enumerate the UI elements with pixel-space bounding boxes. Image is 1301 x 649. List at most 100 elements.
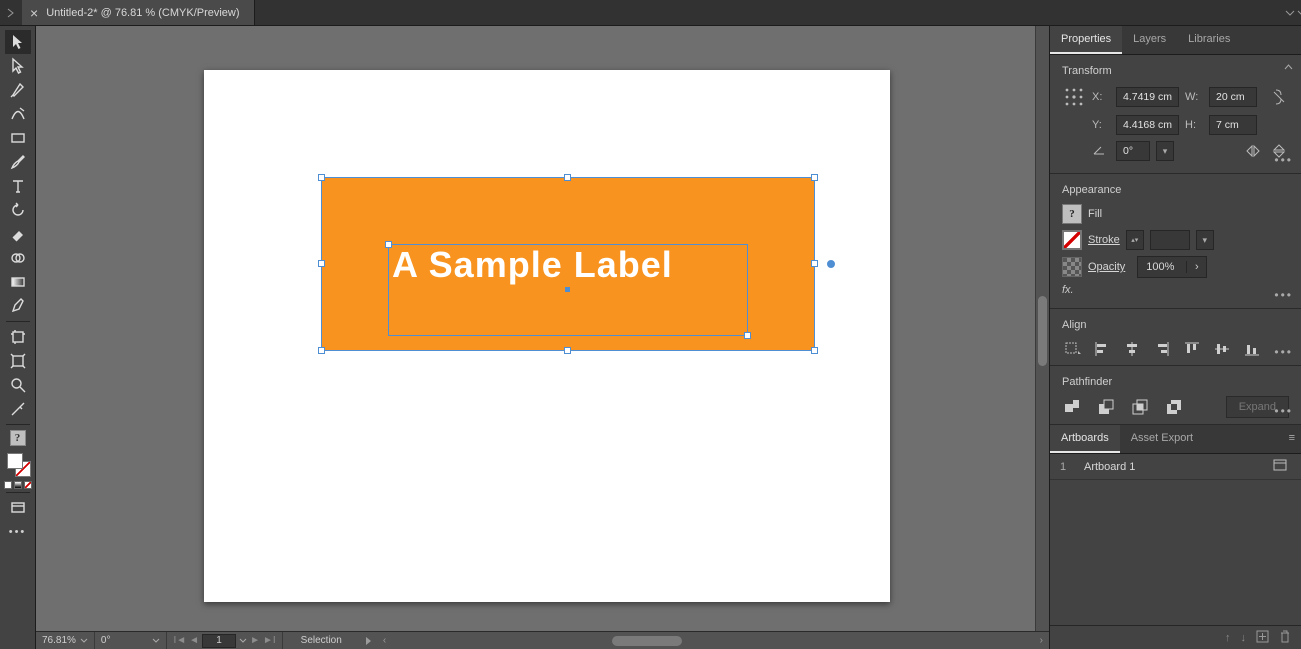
reference-point-icon[interactable] — [1062, 85, 1086, 109]
eraser-tool[interactable] — [5, 222, 31, 246]
align-title: Align — [1062, 319, 1289, 331]
h-label: H: — [1185, 119, 1203, 131]
move-down-icon[interactable]: ↓ — [1241, 632, 1247, 644]
fill-stroke-swatch[interactable] — [5, 451, 31, 477]
align-vcenter-icon[interactable] — [1212, 339, 1232, 359]
x-input[interactable]: 4.7419 cm — [1116, 87, 1179, 107]
panel-menu-icon[interactable]: ≡ — [1289, 432, 1295, 444]
align-hcenter-icon[interactable] — [1122, 339, 1142, 359]
pf-intersect-icon[interactable] — [1130, 397, 1150, 417]
current-tool-label: Selection — [283, 635, 360, 646]
artboard-index-input[interactable] — [202, 634, 236, 648]
align-bottom-icon[interactable] — [1242, 339, 1262, 359]
stroke-label[interactable]: Stroke — [1088, 234, 1120, 246]
artboard-index: 1 — [1060, 461, 1084, 473]
workspace[interactable]: A Sample Label 76.81% 0° I◄ ◄ — [36, 26, 1049, 649]
next-artboard-icon[interactable]: ► — [250, 635, 260, 646]
zoom-tool[interactable] — [5, 373, 31, 397]
horizontal-scrollbar[interactable] — [392, 632, 1034, 649]
move-up-icon[interactable]: ↑ — [1225, 632, 1231, 644]
prev-artboard-icon[interactable]: ◄ — [189, 635, 199, 646]
x-label: X: — [1092, 91, 1110, 103]
tab-artboards[interactable]: Artboards — [1050, 425, 1120, 453]
w-input[interactable]: 20 cm — [1209, 87, 1257, 107]
chevron-up-icon[interactable] — [1284, 61, 1293, 73]
flip-horizontal-icon[interactable] — [1243, 141, 1263, 161]
rotation-value: 0° — [101, 635, 111, 646]
play-icon[interactable] — [366, 637, 371, 645]
align-more-icon[interactable]: ••• — [1274, 345, 1293, 359]
appearance-more-icon[interactable]: ••• — [1274, 288, 1293, 302]
align-left-icon[interactable] — [1092, 339, 1112, 359]
document-tab-title: Untitled-2* @ 76.81 % (CMYK/Preview) — [46, 7, 239, 19]
chevron-right-icon[interactable] — [0, 0, 22, 25]
new-artboard-icon[interactable] — [1256, 630, 1269, 646]
selection-tool[interactable] — [5, 30, 31, 54]
align-to-dropdown[interactable] — [1062, 339, 1082, 359]
opacity-label[interactable]: Opacity — [1088, 261, 1125, 273]
toolbar: ? ••• — [0, 26, 36, 649]
no-constrain-icon[interactable] — [1269, 87, 1289, 107]
stroke-swatch[interactable] — [1062, 230, 1082, 250]
chevron-right-icon[interactable] — [1279, 0, 1301, 25]
fill-swatch[interactable]: ? — [1062, 204, 1082, 224]
pen-tool[interactable] — [5, 78, 31, 102]
gradient-tool[interactable] — [5, 270, 31, 294]
tab-properties[interactable]: Properties — [1050, 26, 1122, 54]
tab-asset-export[interactable]: Asset Export — [1120, 425, 1204, 453]
artboard-tool[interactable] — [5, 325, 31, 349]
document-tab[interactable]: × Untitled-2* @ 76.81 % (CMYK/Preview) — [22, 0, 255, 25]
stroke-weight-stepper[interactable]: ▴▾ — [1126, 230, 1144, 250]
align-top-icon[interactable] — [1182, 339, 1202, 359]
tab-libraries[interactable]: Libraries — [1177, 26, 1241, 54]
rotate-view-field[interactable]: 0° — [95, 632, 168, 649]
pf-minus-front-icon[interactable] — [1096, 397, 1116, 417]
fill-indicator[interactable]: ? — [5, 428, 31, 448]
last-artboard-icon[interactable]: ►I — [263, 635, 276, 646]
free-transform-tool[interactable] — [5, 349, 31, 373]
tab-layers[interactable]: Layers — [1122, 26, 1177, 54]
pf-unite-icon[interactable] — [1062, 397, 1082, 417]
opacity-input[interactable]: 100% › — [1137, 256, 1207, 278]
rectangle-tool[interactable] — [5, 126, 31, 150]
edit-toolbar-icon[interactable]: ••• — [9, 526, 27, 538]
vertical-scrollbar[interactable] — [1035, 26, 1049, 631]
stroke-weight-dropdown[interactable]: ▾ — [1196, 230, 1214, 250]
zoom-value: 76.81% — [42, 635, 76, 646]
pf-exclude-icon[interactable] — [1164, 397, 1184, 417]
screen-mode[interactable] — [5, 496, 31, 520]
rotate-tool[interactable] — [5, 198, 31, 222]
close-tab-icon[interactable]: × — [30, 6, 38, 20]
fx-button[interactable]: fx. — [1062, 284, 1074, 296]
artboard-nav[interactable]: I◄ ◄ ► ►I — [167, 632, 282, 649]
h-input[interactable]: 7 cm — [1209, 115, 1257, 135]
angle-dropdown[interactable]: ▾ — [1156, 141, 1174, 161]
zoom-field[interactable]: 76.81% — [36, 632, 95, 649]
shape-builder-tool[interactable] — [5, 246, 31, 270]
curvature-tool[interactable] — [5, 102, 31, 126]
first-artboard-icon[interactable]: I◄ — [173, 635, 186, 646]
scroll-right-icon[interactable]: › — [1034, 635, 1049, 646]
paintbrush-tool[interactable] — [5, 150, 31, 174]
color-mode-row[interactable] — [4, 481, 32, 489]
delete-artboard-icon[interactable] — [1279, 630, 1291, 646]
artboard-options-icon[interactable] — [1273, 459, 1291, 474]
y-input[interactable]: 4.4168 cm — [1116, 115, 1179, 135]
stroke-weight-input[interactable] — [1150, 230, 1190, 250]
direct-selection-tool[interactable] — [5, 54, 31, 78]
artboard-row[interactable]: 1 Artboard 1 — [1050, 454, 1301, 480]
align-right-icon[interactable] — [1152, 339, 1172, 359]
artboard-name[interactable]: Artboard 1 — [1084, 461, 1273, 473]
transform-more-icon[interactable]: ••• — [1274, 153, 1293, 167]
type-tool[interactable] — [5, 174, 31, 198]
angle-icon — [1092, 144, 1110, 159]
scroll-left-icon[interactable]: ‹ — [377, 635, 392, 646]
right-panel: Properties Layers Libraries Transform X:… — [1049, 26, 1301, 649]
hand-or-slice-tool[interactable] — [5, 397, 31, 421]
pathfinder-more-icon[interactable]: ••• — [1274, 404, 1293, 418]
angle-input[interactable]: 0° — [1116, 141, 1150, 161]
eyedropper-tool[interactable] — [5, 294, 31, 318]
w-label: W: — [1185, 91, 1203, 103]
pathfinder-title: Pathfinder — [1062, 376, 1289, 388]
fill-label: Fill — [1088, 208, 1102, 220]
